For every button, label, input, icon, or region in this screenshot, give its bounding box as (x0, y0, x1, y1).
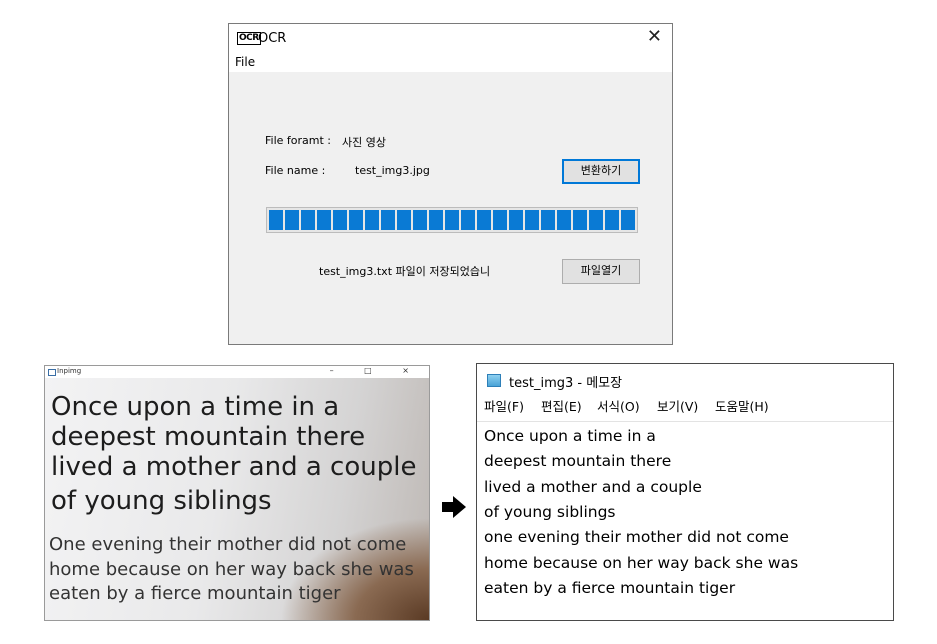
text-line: deepest mountain there (484, 452, 672, 470)
notepad-text-area[interactable]: Once upon a time in a deepest mountain t… (477, 421, 893, 620)
app-icon (48, 369, 56, 376)
image-text-line: Once upon a time in a (51, 392, 340, 422)
progress-segment (477, 210, 491, 230)
progress-segment (525, 210, 539, 230)
text-line: eaten by a fierce mountain tiger (484, 579, 736, 597)
text-line: of young siblings (484, 503, 616, 521)
source-image: Once upon a time in a deepest mountain t… (45, 378, 429, 620)
progress-segment (317, 210, 331, 230)
progress-segment (429, 210, 443, 230)
menu-view[interactable]: 보기(V) (657, 396, 698, 415)
progress-segment (365, 210, 379, 230)
menu-file[interactable]: File (235, 55, 255, 69)
file-name-label: File name : (265, 164, 326, 177)
text-line: one evening their mother did not come (484, 528, 789, 546)
text-line: lived a mother and a couple (484, 478, 702, 496)
window-title: OCR (258, 31, 287, 46)
window-controls[interactable]: – □ × (330, 366, 423, 375)
menu-file[interactable]: 파일(F) (484, 396, 524, 415)
image-window-title: Inpimg (57, 367, 82, 375)
progress-segment (461, 210, 475, 230)
ocr-panel: File foramt : 사진 영상 File name : test_img… (229, 72, 672, 344)
progress-segment (413, 210, 427, 230)
convert-button[interactable]: 변환하기 (562, 159, 640, 184)
file-format-value: 사진 영상 (342, 136, 386, 149)
ocr-titlebar[interactable]: OCR OCR ✕ (229, 24, 672, 54)
image-text-line: eaten by a fierce mountain tiger (49, 583, 341, 604)
text-line: home because on her way back she was (484, 554, 799, 572)
image-text-line: home because on her way back she was (49, 559, 414, 580)
progress-segment (445, 210, 459, 230)
progress-segment (589, 210, 603, 230)
file-name-value: test_img3.jpg (355, 164, 430, 177)
progress-fill (267, 208, 637, 232)
file-format-label: File foramt : (265, 134, 331, 147)
progress-segment (493, 210, 507, 230)
menu-edit[interactable]: 편집(E) (541, 396, 582, 415)
notepad-icon (487, 374, 501, 387)
image-text-line: deepest mountain there (51, 422, 366, 452)
notepad-titlebar[interactable]: test_img3 - 메모장 (477, 364, 893, 394)
progress-segment (573, 210, 587, 230)
menu-help[interactable]: 도움말(H) (715, 396, 769, 415)
ocr-window: OCR OCR ✕ File File foramt : 사진 영상 File … (228, 23, 673, 345)
progress-bar (266, 207, 638, 233)
image-titlebar[interactable]: Inpimg – □ × (45, 366, 429, 378)
image-window: Inpimg – □ × Once upon a time in a deepe… (44, 365, 430, 621)
progress-segment (541, 210, 555, 230)
menu-bar: File (229, 54, 672, 72)
saved-message: test_img3.txt 파일이 저장되었습니 (319, 265, 491, 278)
progress-segment (381, 210, 395, 230)
text-line: Once upon a time in a (484, 427, 656, 445)
arrow-right-icon (442, 496, 466, 518)
progress-segment (509, 210, 523, 230)
notepad-menu-bar: 파일(F) 편집(E) 서식(O) 보기(V) 도움말(H) (477, 394, 893, 416)
progress-segment (301, 210, 315, 230)
progress-segment (605, 210, 619, 230)
progress-segment (285, 210, 299, 230)
progress-segment (349, 210, 363, 230)
image-text-line: One evening their mother did not come (49, 534, 407, 555)
notepad-title: test_img3 - 메모장 (509, 376, 623, 391)
open-file-button[interactable]: 파일열기 (562, 259, 640, 284)
image-text-line: lived a mother and a couple (51, 452, 417, 482)
progress-segment (269, 210, 283, 230)
progress-segment (557, 210, 571, 230)
notepad-window: test_img3 - 메모장 파일(F) 편집(E) 서식(O) 보기(V) … (476, 363, 894, 621)
close-icon[interactable]: ✕ (647, 27, 662, 47)
progress-segment (333, 210, 347, 230)
progress-segment (621, 210, 635, 230)
menu-format[interactable]: 서식(O) (597, 396, 640, 415)
image-text-line: of young siblings (51, 486, 272, 516)
progress-segment (397, 210, 411, 230)
